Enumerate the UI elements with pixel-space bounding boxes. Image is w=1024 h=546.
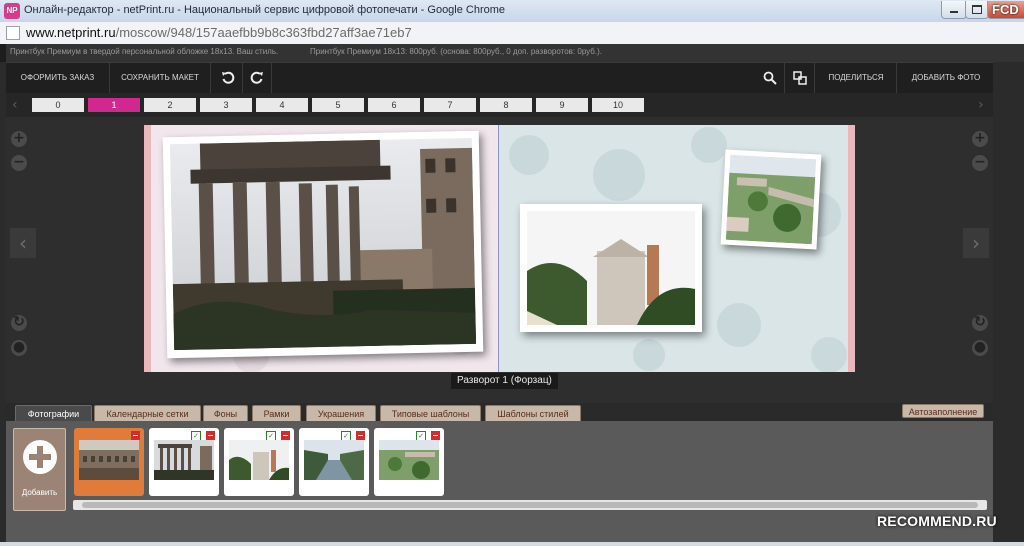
vatican-thumbnail-image (379, 440, 439, 480)
vatican-photo (725, 154, 817, 245)
page-tab-0[interactable]: 0 (32, 98, 84, 112)
url-text[interactable]: www.netprint.ru/moscow/948/157aaefbb9b8c… (26, 25, 412, 40)
forum-thumbnail-image (154, 440, 214, 480)
window-title: Онлайн-редактор - netPrint.ru - Национал… (24, 4, 506, 16)
book-spread[interactable] (144, 125, 855, 372)
rotate-right-icon[interactable]: ↻ (972, 315, 988, 331)
add-photo-label: Добавить (21, 488, 58, 497)
window-title-bar: NP Онлайн-редактор - netPrint.ru - Нацио… (0, 0, 1024, 23)
forum-photo-frame[interactable] (162, 130, 484, 359)
product-description: Принтбук Премиум в твердой персональной … (10, 47, 279, 56)
page-tab-6[interactable]: 6 (368, 98, 420, 112)
photo-thumbnail[interactable]: ✓ (224, 428, 294, 496)
page-tab-5[interactable]: 5 (312, 98, 364, 112)
page-tab-2[interactable]: 2 (144, 98, 196, 112)
add-photo-button[interactable]: ДОБАВИТЬ ФОТО (899, 63, 993, 93)
add-photo-tile[interactable]: Добавить (13, 428, 66, 511)
window-bottom-edge (0, 542, 1024, 546)
photo-thumbnail[interactable]: ✓ (149, 428, 219, 496)
page-tab-7[interactable]: 7 (424, 98, 476, 112)
tab-calendar-grids[interactable]: Календарные сетки (94, 405, 201, 421)
share-button[interactable]: ПОДЕЛИТЬСЯ (816, 63, 897, 93)
delete-icon[interactable] (281, 431, 290, 440)
prev-spread-arrow-icon[interactable]: ‹ (10, 228, 36, 258)
canal-thumbnail-image (304, 440, 364, 480)
undo-icon[interactable] (214, 63, 243, 93)
autofill-button[interactable]: Автозаполнение (902, 404, 984, 418)
minimize-button[interactable] (941, 1, 967, 19)
church-thumbnail-image (229, 440, 289, 480)
editor-toolbar: ОФОРМИТЬ ЗАКАЗ СОХРАНИТЬ МАКЕТ ПОДЕЛИТЬС… (6, 62, 993, 93)
redo-icon[interactable] (243, 63, 272, 93)
corner-label: FCD (992, 2, 1019, 17)
plus-icon (23, 440, 57, 474)
page-icon (6, 26, 20, 40)
page-tab-10[interactable]: 10 (592, 98, 644, 112)
product-info-bar: Принтбук Премиум в твердой персональной … (0, 44, 1024, 62)
app-icon: NP (4, 3, 20, 19)
delete-icon[interactable] (356, 431, 365, 440)
scrollbar-thumb[interactable] (82, 502, 978, 508)
vatican-photo-frame[interactable] (720, 149, 822, 250)
forum-photo (169, 137, 477, 351)
photo-thumbnail[interactable]: ✓ (299, 428, 369, 496)
page-tab-9[interactable]: 9 (536, 98, 588, 112)
tab-backgrounds[interactable]: Фоны (203, 405, 248, 421)
zoom-in-right-icon[interactable]: + (972, 131, 988, 147)
page-selector: ‹ 0 1 2 3 4 5 6 7 8 9 10 › (6, 93, 993, 117)
eye-right-icon[interactable]: ● (972, 340, 988, 356)
photo-thumbnail[interactable] (74, 428, 144, 496)
delete-icon[interactable] (431, 431, 440, 440)
page-tab-3[interactable]: 3 (200, 98, 252, 112)
address-bar[interactable]: www.netprint.ru/moscow/948/157aaefbb9b8c… (0, 22, 1024, 45)
zoom-in-icon[interactable]: + (11, 131, 27, 147)
tab-photos[interactable]: Фотографии (15, 405, 92, 421)
delete-icon[interactable] (206, 431, 215, 440)
photo-thumbnail[interactable]: ✓ (374, 428, 444, 496)
next-spread-arrow-icon[interactable]: › (963, 228, 989, 258)
tab-style-templates[interactable]: Шаблоны стилей (485, 405, 581, 421)
church-photo (527, 211, 695, 325)
page-tab-1[interactable]: 1 (88, 98, 140, 112)
tab-decorations[interactable]: Украшения (306, 405, 376, 421)
page-tab-4[interactable]: 4 (256, 98, 308, 112)
page-tab-8[interactable]: 8 (480, 98, 532, 112)
left-page[interactable] (144, 125, 499, 372)
layout-icon[interactable] (786, 63, 815, 93)
tab-templates[interactable]: Типовые шаблоны (380, 405, 481, 421)
eye-icon[interactable]: ● (11, 340, 27, 356)
spread-label: Разворот 1 (Форзац) (451, 373, 558, 389)
url-host: www.netprint.ru (26, 25, 116, 40)
delete-icon[interactable] (131, 431, 140, 440)
rotate-icon[interactable]: ↻ (11, 315, 27, 331)
colosseum-thumbnail-image (79, 440, 139, 480)
search-icon[interactable] (756, 63, 785, 93)
maximize-button[interactable] (965, 1, 989, 19)
save-layout-button[interactable]: СОХРАНИТЬ МАКЕТ (110, 63, 211, 93)
asset-tabs: Фотографии Календарные сетки Фоны Рамки … (6, 403, 993, 421)
chevron-left-icon[interactable]: ‹ (12, 97, 18, 113)
right-page[interactable] (499, 125, 855, 372)
url-path: /moscow/948/157aaefbb9b8c363fbd27aff3ae7… (115, 25, 412, 40)
zoom-out-right-icon[interactable]: − (972, 155, 988, 171)
price-description: Принтбук Премиум 18х13: 800руб. (основа:… (310, 47, 602, 56)
order-button[interactable]: ОФОРМИТЬ ЗАКАЗ (6, 63, 110, 93)
zoom-out-icon[interactable]: − (11, 155, 27, 171)
church-photo-frame[interactable] (520, 204, 702, 332)
chevron-right-icon[interactable]: › (978, 97, 984, 113)
tab-frames[interactable]: Рамки (252, 405, 301, 421)
watermark: RECOMMEND.RU (877, 513, 997, 529)
